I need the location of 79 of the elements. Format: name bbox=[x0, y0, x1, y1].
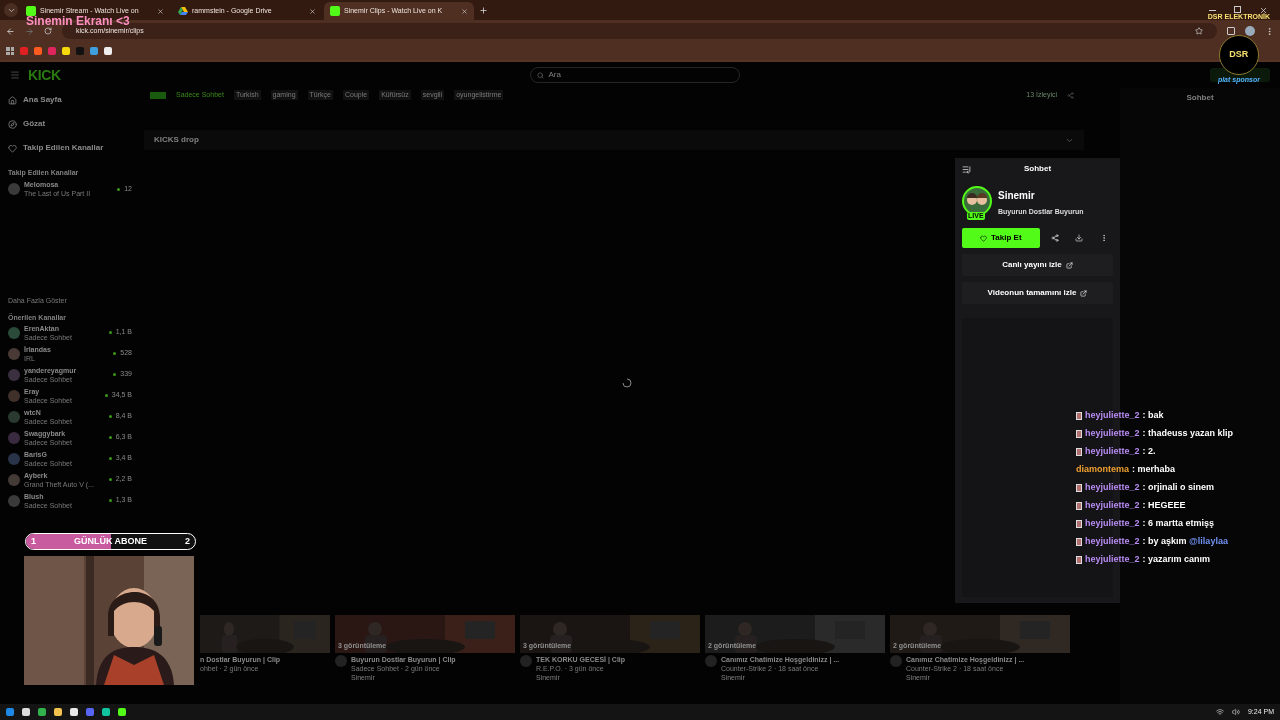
external-link-icon bbox=[1065, 261, 1073, 269]
back-icon[interactable] bbox=[6, 26, 15, 36]
minimize-icon[interactable] bbox=[1209, 9, 1216, 11]
avatar bbox=[8, 431, 20, 444]
new-tab-icon[interactable] bbox=[479, 5, 488, 15]
channel-avatar[interactable] bbox=[962, 186, 992, 216]
watch-link-button[interactable]: Videonun tamamını izle bbox=[962, 282, 1113, 304]
panel-title: Sohbet bbox=[1023, 163, 1052, 175]
avatar bbox=[335, 655, 347, 667]
home-icon bbox=[8, 95, 17, 105]
chat-username[interactable]: heyjuliette_2 bbox=[1085, 444, 1140, 459]
chat-message: : 2. bbox=[1142, 444, 1156, 458]
avatar bbox=[8, 494, 20, 507]
avatar bbox=[8, 473, 20, 486]
avatar bbox=[8, 326, 20, 339]
reload-icon[interactable] bbox=[44, 27, 52, 35]
avatar bbox=[8, 389, 20, 402]
goal-target: 2 bbox=[184, 534, 190, 548]
kick-icon bbox=[330, 6, 340, 16]
avatar bbox=[8, 368, 20, 381]
chat-username[interactable]: heyjuliette_2 bbox=[1085, 534, 1140, 549]
avatar bbox=[8, 347, 20, 360]
loading-spinner-icon bbox=[622, 377, 632, 388]
chat-title: Sohbet bbox=[1186, 92, 1214, 104]
drive-icon bbox=[178, 6, 188, 16]
download-icon bbox=[1075, 234, 1084, 242]
chat-message: : HEGEEE bbox=[1142, 498, 1186, 512]
chat-username[interactable]: heyjuliette_2 bbox=[1085, 408, 1140, 423]
chat-message: : orjinali o sinem bbox=[1142, 480, 1215, 494]
close-icon[interactable] bbox=[309, 7, 316, 15]
channel-name[interactable]: Sinemir bbox=[998, 188, 1084, 204]
chat-message: : yazarım canım bbox=[1142, 552, 1211, 566]
chat-username[interactable]: heyjuliette_2 bbox=[1085, 552, 1140, 567]
chat-username[interactable]: diamontema bbox=[1076, 462, 1129, 477]
external-link-icon bbox=[1080, 289, 1088, 297]
collapse-icon[interactable] bbox=[962, 164, 971, 174]
nav-item[interactable]: Gözat bbox=[8, 112, 132, 136]
chat-username[interactable]: heyjuliette_2 bbox=[1085, 498, 1140, 513]
mention-link[interactable]: @lilaylaa bbox=[1189, 535, 1228, 546]
chat-message: : 6 martta etmişş bbox=[1142, 516, 1215, 530]
chat-message: : merhaba bbox=[1132, 462, 1176, 476]
close-icon[interactable] bbox=[1259, 5, 1268, 15]
follow-button[interactable]: Takip Et bbox=[962, 228, 1040, 248]
close-icon[interactable] bbox=[461, 7, 468, 15]
avatar bbox=[8, 410, 20, 423]
close-icon[interactable] bbox=[157, 7, 164, 15]
watch-link-button[interactable]: Canlı yayını izle bbox=[962, 254, 1113, 276]
heart-icon bbox=[980, 234, 987, 242]
maximize-icon[interactable] bbox=[1234, 5, 1241, 13]
tab-list-button[interactable] bbox=[4, 3, 18, 17]
nav-item[interactable]: Ana Sayfa bbox=[8, 88, 132, 112]
avatar bbox=[8, 183, 20, 195]
goal-current: 1 bbox=[31, 534, 36, 548]
volume-icon[interactable] bbox=[1231, 708, 1240, 716]
avatar bbox=[8, 452, 20, 465]
nav-item[interactable]: Takip Edilen Kanallar bbox=[8, 136, 132, 160]
chat-message: : by aşkım @lilaylaa bbox=[1142, 534, 1228, 548]
apps-icon[interactable] bbox=[6, 47, 14, 55]
profile-avatar[interactable] bbox=[1245, 26, 1255, 36]
heart-icon bbox=[8, 143, 17, 153]
chat-username[interactable]: heyjuliette_2 bbox=[1085, 426, 1140, 441]
search-placeholder: Ara bbox=[548, 69, 561, 81]
bookmark-star-icon[interactable] bbox=[1195, 27, 1203, 35]
chat-username[interactable]: heyjuliette_2 bbox=[1085, 480, 1140, 495]
avatar bbox=[520, 655, 532, 667]
kick-icon bbox=[26, 6, 36, 16]
section-title: KICKS drop bbox=[154, 134, 199, 146]
avatar bbox=[705, 655, 717, 667]
avatar bbox=[890, 655, 902, 667]
chat-username[interactable]: heyjuliette_2 bbox=[1085, 516, 1140, 531]
menu-icon[interactable] bbox=[1265, 26, 1274, 36]
compass-icon bbox=[8, 119, 17, 129]
extensions-icon[interactable] bbox=[1227, 27, 1235, 35]
wifi-icon[interactable] bbox=[1215, 708, 1224, 716]
search-icon bbox=[537, 71, 545, 79]
chat-message: : thadeuss yazan klip bbox=[1142, 426, 1234, 440]
chat-message: : bak bbox=[1142, 408, 1164, 422]
share-icon bbox=[1050, 234, 1059, 242]
kick-logo[interactable]: KICK bbox=[28, 64, 61, 86]
